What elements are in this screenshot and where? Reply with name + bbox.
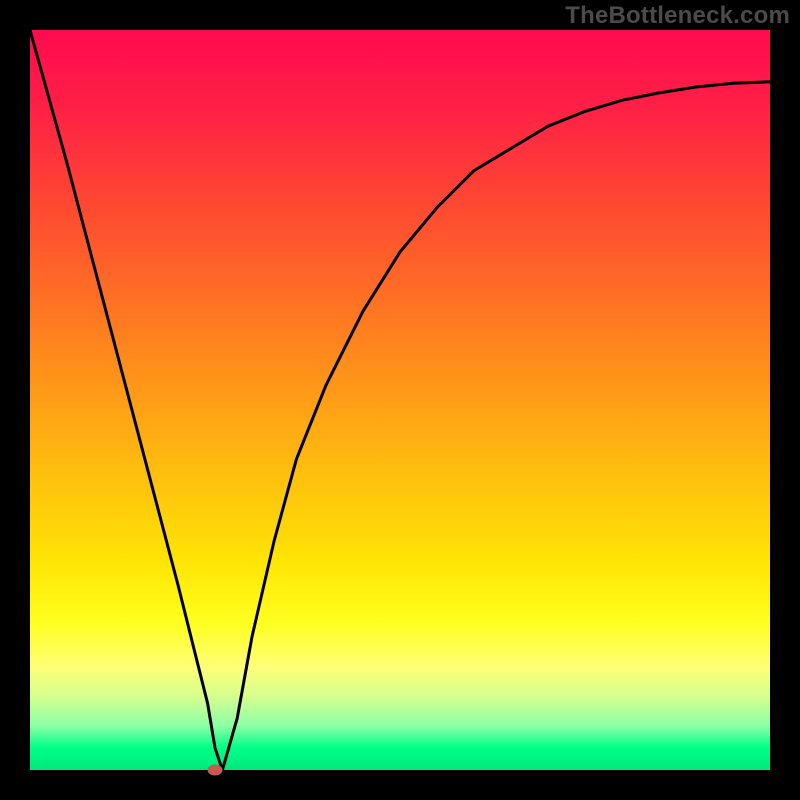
curve-svg xyxy=(30,30,770,770)
minimum-marker xyxy=(208,765,223,776)
plot-area xyxy=(30,30,770,770)
watermark-text: TheBottleneck.com xyxy=(565,2,790,30)
chart-frame: TheBottleneck.com xyxy=(0,0,800,800)
bottleneck-curve-path xyxy=(30,30,770,770)
